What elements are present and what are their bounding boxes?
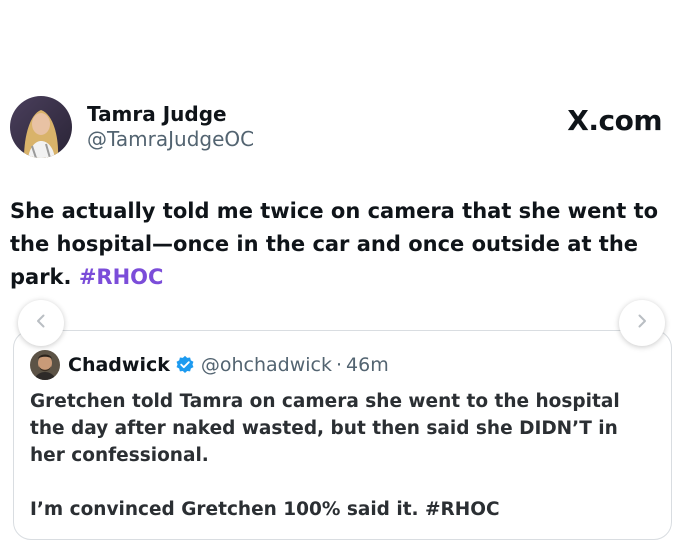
- quoted-author-name[interactable]: Chadwick: [68, 354, 170, 376]
- quoted-post-card[interactable]: Chadwick @ohchadwick · 46m Gretchen told…: [13, 330, 672, 540]
- quoted-post-header: Chadwick @ohchadwick · 46m: [30, 349, 389, 381]
- post-text: She actually told me twice on camera tha…: [10, 195, 670, 294]
- quoted-paragraph-1: Gretchen told Tamra on camera she went t…: [30, 391, 620, 466]
- next-button[interactable]: [619, 300, 665, 346]
- quoted-author-avatar[interactable]: [30, 350, 60, 380]
- chevron-left-icon: [33, 313, 49, 333]
- author-block: Tamra Judge @TamraJudgeOC: [87, 102, 254, 152]
- author-avatar[interactable]: [10, 96, 72, 158]
- dot-separator: ·: [336, 354, 343, 376]
- hashtag-link[interactable]: #RHOC: [79, 265, 164, 289]
- previous-button[interactable]: [18, 300, 64, 346]
- quoted-post-text: Gretchen told Tamra on camera she went t…: [30, 388, 658, 523]
- quoted-author-handle[interactable]: @ohchadwick: [201, 354, 332, 376]
- verified-badge-icon: [175, 355, 195, 375]
- author-handle[interactable]: @TamraJudgeOC: [87, 126, 254, 152]
- author-display-name[interactable]: Tamra Judge: [87, 102, 254, 126]
- quoted-paragraph-2: I’m convinced Gretchen 100% said it. #RH…: [30, 499, 500, 520]
- quoted-post-timestamp[interactable]: 46m: [346, 354, 389, 376]
- x-logo: X.com: [567, 104, 662, 137]
- chevron-right-icon: [634, 313, 650, 333]
- post-header: Tamra Judge @TamraJudgeOC X.com: [10, 96, 676, 160]
